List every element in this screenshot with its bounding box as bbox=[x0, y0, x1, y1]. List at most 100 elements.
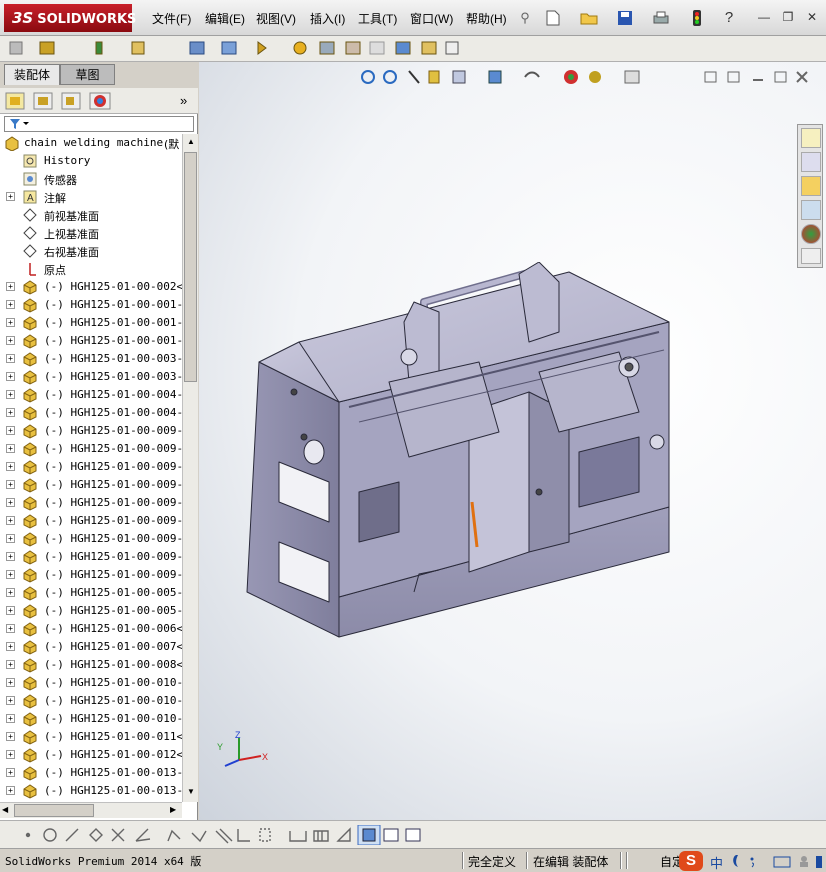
tree-item[interactable]: + (-) HGH125-01-00-010-1< bbox=[0, 692, 182, 710]
expand-toggle-icon[interactable]: + bbox=[6, 552, 15, 561]
filter-funnel-icon[interactable] bbox=[9, 118, 31, 130]
restore-button[interactable]: ❐ bbox=[780, 10, 796, 24]
menu-insert[interactable]: 插入(I) bbox=[310, 10, 345, 27]
tree-item[interactable]: + (-) HGH125-01-00-013-1< bbox=[0, 764, 182, 782]
tree-item[interactable]: 上视基准面 bbox=[0, 224, 182, 242]
tree-item[interactable]: + (-) HGH125-01-00-003-1< bbox=[0, 350, 182, 368]
resources-home-icon[interactable] bbox=[801, 128, 821, 148]
tree-item[interactable]: + (-) HGH125-01-00-012<1> bbox=[0, 746, 182, 764]
solidworks-logo[interactable]: 3S SOLIDWORKS bbox=[4, 4, 136, 32]
graphics-area[interactable]: Z X Y bbox=[199, 62, 826, 820]
minimize-button[interactable]: — bbox=[756, 10, 772, 24]
ime-language[interactable]: 中 bbox=[710, 853, 723, 872]
tree-item[interactable]: + (-) HGH125-01-00-005-2< bbox=[0, 602, 182, 620]
tree-item[interactable]: + (-) HGH125-01-00-009-2< bbox=[0, 458, 182, 476]
tree-item[interactable]: + (-) HGH125-01-00-009-8< bbox=[0, 548, 182, 566]
expand-toggle-icon[interactable]: + bbox=[6, 624, 15, 633]
panel-expand-chevron[interactable]: » bbox=[180, 93, 187, 108]
menu-view[interactable]: 视图(V) bbox=[256, 10, 296, 27]
menu-help[interactable]: 帮助(H) bbox=[466, 10, 507, 27]
file-explorer-icon[interactable] bbox=[801, 176, 821, 196]
save-icon[interactable] bbox=[616, 9, 634, 27]
expand-toggle-icon[interactable]: + bbox=[6, 606, 15, 615]
tree-item[interactable]: + (-) HGH125-01-00-010-3< bbox=[0, 710, 182, 728]
expand-toggle-icon[interactable]: + bbox=[6, 192, 15, 201]
expand-toggle-icon[interactable]: + bbox=[6, 570, 15, 579]
menu-file[interactable]: 文件(F) bbox=[152, 10, 191, 27]
tree-item[interactable]: + (-) HGH125-01-00-007<1> bbox=[0, 638, 182, 656]
ime-toolbar-icons[interactable] bbox=[730, 853, 824, 869]
scroll-thumb[interactable] bbox=[184, 152, 197, 382]
view-palette-icon[interactable] bbox=[801, 200, 821, 220]
tree-item[interactable]: + (-) HGH125-01-00-009-5< bbox=[0, 494, 182, 512]
expand-toggle-icon[interactable]: + bbox=[6, 732, 15, 741]
expand-toggle-icon[interactable]: + bbox=[6, 516, 15, 525]
expand-toggle-icon[interactable]: + bbox=[6, 786, 15, 795]
tree-item[interactable]: + (-) HGH125-01-00-011<1> bbox=[0, 728, 182, 746]
print-icon[interactable] bbox=[652, 9, 670, 27]
traffic-light-icon[interactable] bbox=[688, 9, 706, 27]
tree-item[interactable]: + (-) HGH125-01-00-002<1> bbox=[0, 278, 182, 296]
expand-toggle-icon[interactable]: + bbox=[6, 588, 15, 597]
close-button[interactable]: ✕ bbox=[804, 10, 820, 24]
tree-item[interactable]: + (-) HGH125-01-00-010-2< bbox=[0, 674, 182, 692]
expand-toggle-icon[interactable]: + bbox=[6, 426, 15, 435]
expand-toggle-icon[interactable]: + bbox=[6, 480, 15, 489]
expand-toggle-icon[interactable]: + bbox=[6, 768, 15, 777]
new-document-icon[interactable] bbox=[544, 9, 562, 27]
tree-item[interactable]: + (-) HGH125-01-00-001-1< bbox=[0, 296, 182, 314]
expand-toggle-icon[interactable]: + bbox=[6, 678, 15, 687]
expand-toggle-icon[interactable]: + bbox=[6, 714, 15, 723]
viewport-window-controls[interactable] bbox=[703, 70, 823, 86]
expand-toggle-icon[interactable]: + bbox=[6, 354, 15, 363]
manager-tab-icons[interactable] bbox=[4, 91, 114, 111]
tree-item[interactable]: + (-) HGH125-01-00-001-2< bbox=[0, 314, 182, 332]
tree-root-assembly[interactable]: chain welding machine (默 bbox=[0, 134, 182, 152]
expand-toggle-icon[interactable]: + bbox=[6, 750, 15, 759]
tab-sketch[interactable]: 草图 bbox=[60, 64, 115, 85]
open-folder-icon[interactable] bbox=[580, 9, 598, 27]
menu-edit[interactable]: 编辑(E) bbox=[205, 10, 245, 27]
tree-item[interactable]: + (-) HGH125-01-00-001-3< bbox=[0, 332, 182, 350]
expand-toggle-icon[interactable]: + bbox=[6, 462, 15, 471]
tree-item[interactable]: + (-) HGH125-01-00-004-1< bbox=[0, 386, 182, 404]
expand-toggle-icon[interactable]: + bbox=[6, 372, 15, 381]
tree-item[interactable]: + (-) HGH125-01-00-009-3< bbox=[0, 422, 182, 440]
tree-item[interactable]: 右视基准面 bbox=[0, 242, 182, 260]
tree-horizontal-scrollbar[interactable]: ◀ ▶ bbox=[0, 802, 182, 818]
tree-item[interactable]: + (-) HGH125-01-00-009-6< bbox=[0, 512, 182, 530]
custom-properties-icon[interactable] bbox=[801, 248, 821, 264]
tree-item[interactable]: + (-) HGH125-01-00-006<1> bbox=[0, 620, 182, 638]
expand-toggle-icon[interactable]: + bbox=[6, 534, 15, 543]
expand-toggle-icon[interactable]: + bbox=[6, 660, 15, 669]
sogou-ime-icon[interactable]: S bbox=[679, 851, 703, 871]
scroll-left-arrow-icon[interactable]: ◀ bbox=[2, 805, 8, 814]
expand-toggle-icon[interactable]: + bbox=[6, 318, 15, 327]
tree-item[interactable]: + A 注解 bbox=[0, 188, 182, 206]
hscroll-thumb[interactable] bbox=[14, 804, 94, 817]
tree-item[interactable]: + (-) HGH125-01-00-013-2< bbox=[0, 782, 182, 800]
tree-item[interactable]: + (-) HGH125-01-00-004-2< bbox=[0, 404, 182, 422]
tree-item[interactable]: + (-) HGH125-01-00-005-1< bbox=[0, 584, 182, 602]
expand-toggle-icon[interactable]: + bbox=[6, 336, 15, 345]
tree-item[interactable]: + (-) HGH125-01-00-003-2< bbox=[0, 368, 182, 386]
design-library-icon[interactable] bbox=[801, 152, 821, 172]
expand-toggle-icon[interactable]: + bbox=[6, 408, 15, 417]
sketch-tool-icons[interactable] bbox=[20, 825, 440, 845]
expand-toggle-icon[interactable]: + bbox=[6, 282, 15, 291]
menu-window[interactable]: 窗口(W) bbox=[410, 10, 453, 27]
tree-item[interactable]: 前视基准面 bbox=[0, 206, 182, 224]
chain-welding-machine-model[interactable] bbox=[239, 262, 689, 652]
menu-tools[interactable]: 工具(T) bbox=[358, 10, 397, 27]
tree-item[interactable]: + (-) HGH125-01-00-009-9< bbox=[0, 566, 182, 584]
tree-item[interactable]: + (-) HGH125-01-00-008<1> bbox=[0, 656, 182, 674]
tree-filter-input[interactable] bbox=[4, 116, 194, 132]
pin-icon[interactable]: ⚲ bbox=[516, 9, 534, 27]
tree-item[interactable]: 原点 bbox=[0, 260, 182, 278]
tree-vertical-scrollbar[interactable]: ▲ ▼ bbox=[182, 134, 198, 802]
scroll-up-arrow-icon[interactable]: ▲ bbox=[185, 136, 197, 148]
tree-item[interactable]: 传感器 bbox=[0, 170, 182, 188]
help-question-icon[interactable]: ? bbox=[720, 8, 738, 26]
tree-item[interactable]: + (-) HGH125-01-00-009-1< bbox=[0, 440, 182, 458]
expand-toggle-icon[interactable]: + bbox=[6, 642, 15, 651]
